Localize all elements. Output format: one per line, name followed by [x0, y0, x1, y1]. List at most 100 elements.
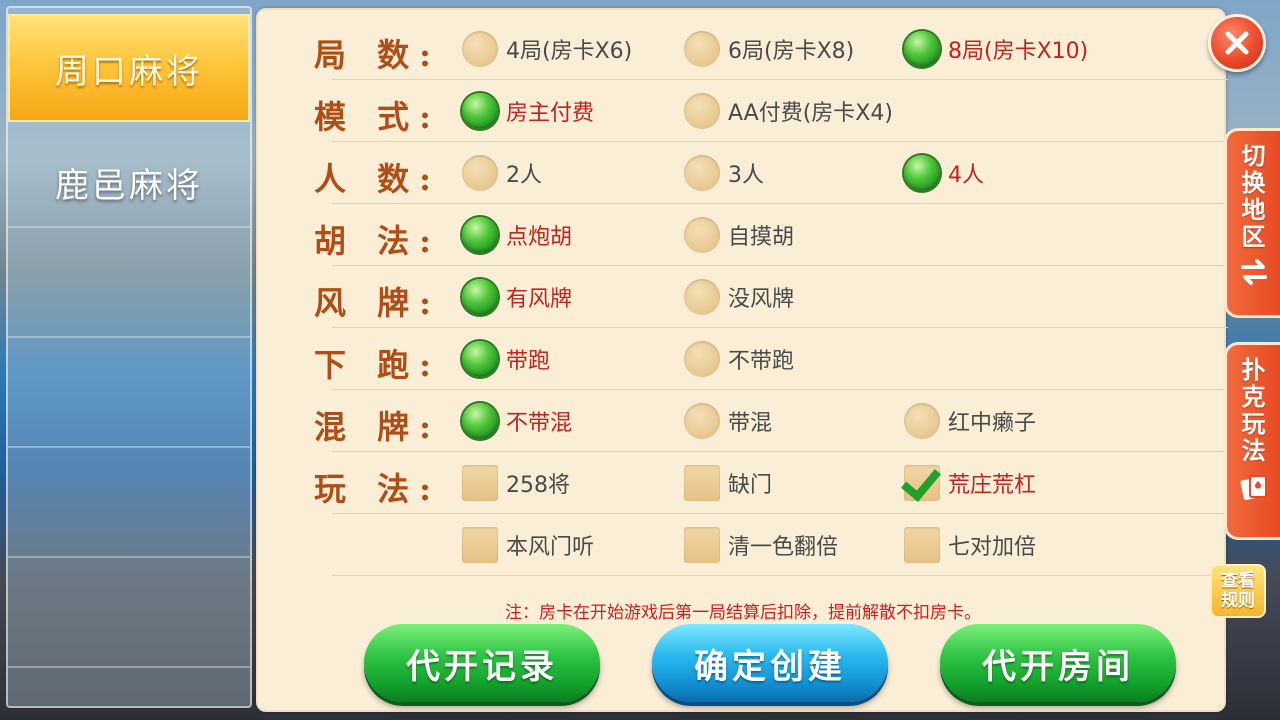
option-flush-double[interactable]: 清一色翻倍	[684, 526, 838, 564]
option-with-run[interactable]: 带跑	[462, 340, 550, 378]
rules-line: 规则	[1221, 591, 1255, 611]
checkbox[interactable]	[684, 527, 720, 563]
option-owner-pays[interactable]: 房主付费	[462, 92, 594, 130]
proxy-room-button[interactable]: 代开房间	[940, 624, 1176, 702]
option-no-wind[interactable]: 没风牌	[684, 278, 794, 316]
option-win-discard[interactable]: 点炮胡	[462, 216, 572, 254]
option-label: 本风门听	[506, 535, 595, 560]
option-label: 缺门	[728, 473, 773, 498]
checkbox[interactable]	[462, 465, 498, 501]
option-label: 不带混	[506, 411, 573, 436]
radio-button-selected[interactable]	[462, 403, 498, 439]
radio-button-selected[interactable]	[462, 217, 498, 253]
row-label: 风 牌:	[314, 284, 441, 322]
option-label: 4人	[948, 163, 984, 188]
radio-button[interactable]	[684, 217, 720, 253]
view-rules-button[interactable]: 查看 规则	[1210, 564, 1266, 618]
checkbox[interactable]	[684, 465, 720, 501]
option-row-win-method: 胡 法: 点炮胡 自摸胡	[314, 204, 1228, 266]
row-label: 下 跑:	[314, 346, 441, 384]
row-label: 胡 法:	[314, 222, 441, 260]
option-seven-pairs-double[interactable]: 七对加倍	[904, 526, 1036, 564]
tab-char: 扑	[1241, 356, 1266, 384]
row-label: 局 数:	[314, 36, 441, 74]
row-label: 模 式:	[314, 98, 441, 136]
radio-button-selected[interactable]	[904, 31, 940, 67]
room-card-note: 注：房卡在开始游戏后第一局结算后扣除，提前解散不扣房卡。	[505, 603, 981, 623]
option-row-players: 人 数: 2人 3人 4人	[314, 142, 1228, 204]
radio-button[interactable]	[684, 155, 720, 191]
option-with-wild[interactable]: 带混	[684, 402, 772, 440]
option-label: 有风牌	[506, 287, 573, 312]
option-label: 点炮胡	[506, 225, 573, 250]
option-label: 不带跑	[728, 349, 795, 374]
option-label: 4局(房卡X6)	[506, 39, 633, 64]
swap-arrows-icon	[1240, 259, 1267, 285]
option-row-rounds: 局 数: 4局(房卡X6) 6局(房卡X8) 8局(房卡X10)	[314, 18, 1228, 80]
option-258-pair[interactable]: 258将	[462, 464, 570, 502]
option-label: 七对加倍	[948, 535, 1037, 560]
option-label: 8局(房卡X10)	[948, 39, 1089, 64]
option-aa-pays[interactable]: AA付费(房卡X4)	[684, 92, 893, 130]
sidebar-item-zhoukou-mahjong[interactable]: 周口麻将	[8, 14, 250, 122]
radio-button[interactable]	[904, 403, 940, 439]
option-with-wind[interactable]: 有风牌	[462, 278, 572, 316]
game-list-sidebar: 周口麻将 鹿邑麻将	[6, 6, 252, 708]
option-row-bet-run: 下 跑: 带跑 不带跑	[314, 328, 1228, 390]
option-label: 带混	[728, 411, 773, 436]
radio-button-selected[interactable]	[462, 93, 498, 129]
radio-button[interactable]	[462, 155, 498, 191]
button-label: 代开房间	[982, 646, 1134, 687]
tab-char: 换	[1241, 169, 1266, 197]
radio-button[interactable]	[684, 279, 720, 315]
option-players-4[interactable]: 4人	[904, 154, 984, 192]
tab-char: 区	[1241, 223, 1266, 251]
sidebar-item-label: 周口麻将	[55, 51, 203, 92]
option-row-wind-tiles: 风 牌: 有风牌 没风牌	[314, 266, 1228, 328]
option-no-wild[interactable]: 不带混	[462, 402, 572, 440]
playing-cards-icon	[1239, 475, 1267, 501]
option-label: 荒庄荒杠	[948, 473, 1037, 498]
option-label: 没风牌	[728, 287, 795, 312]
proxy-records-button[interactable]: 代开记录	[364, 624, 600, 702]
row-label: 人 数:	[314, 160, 441, 198]
option-players-3[interactable]: 3人	[684, 154, 764, 192]
close-icon	[1225, 31, 1249, 55]
option-label: 房主付费	[506, 101, 595, 126]
option-label: 红中癞子	[948, 411, 1037, 436]
checkbox-checked[interactable]	[904, 465, 940, 501]
option-rounds-8[interactable]: 8局(房卡X10)	[904, 30, 1088, 68]
option-rounds-6[interactable]: 6局(房卡X8)	[684, 30, 854, 68]
option-win-self-draw[interactable]: 自摸胡	[684, 216, 794, 254]
radio-button-selected[interactable]	[904, 155, 940, 191]
option-row-play-rules-extra: 本风门听 清一色翻倍 七对加倍	[332, 514, 1228, 576]
option-no-run[interactable]: 不带跑	[684, 340, 794, 378]
option-row-wild-tiles: 混 牌: 不带混 带混 红中癞子	[314, 390, 1228, 452]
option-own-wind-ready[interactable]: 本风门听	[462, 526, 594, 564]
confirm-create-button[interactable]: 确定创建	[652, 624, 888, 702]
radio-button-selected[interactable]	[462, 341, 498, 377]
checkbox[interactable]	[904, 527, 940, 563]
option-rounds-4[interactable]: 4局(房卡X6)	[462, 30, 632, 68]
option-label: 清一色翻倍	[728, 535, 839, 560]
radio-button[interactable]	[684, 31, 720, 67]
option-players-2[interactable]: 2人	[462, 154, 542, 192]
option-red-dragon-wild[interactable]: 红中癞子	[904, 402, 1036, 440]
poker-rules-tab[interactable]: 扑 克 玩 法	[1224, 342, 1280, 540]
option-missing-suit[interactable]: 缺门	[684, 464, 772, 502]
radio-button[interactable]	[684, 341, 720, 377]
rules-line: 查看	[1221, 571, 1255, 591]
sidebar-item-luyi-mahjong[interactable]: 鹿邑麻将	[8, 128, 250, 236]
radio-button[interactable]	[684, 403, 720, 439]
option-row-mode: 模 式: 房主付费 AA付费(房卡X4)	[314, 80, 1228, 142]
radio-button-selected[interactable]	[462, 279, 498, 315]
tab-char: 克	[1241, 383, 1266, 411]
radio-button[interactable]	[684, 93, 720, 129]
radio-button[interactable]	[462, 31, 498, 67]
checkbox[interactable]	[462, 527, 498, 563]
button-label: 确定创建	[694, 646, 846, 687]
tab-char: 法	[1241, 437, 1266, 465]
switch-region-tab[interactable]: 切 换 地 区	[1224, 128, 1280, 318]
option-draw-game-kong[interactable]: 荒庄荒杠	[904, 464, 1036, 502]
close-button[interactable]	[1208, 14, 1266, 72]
